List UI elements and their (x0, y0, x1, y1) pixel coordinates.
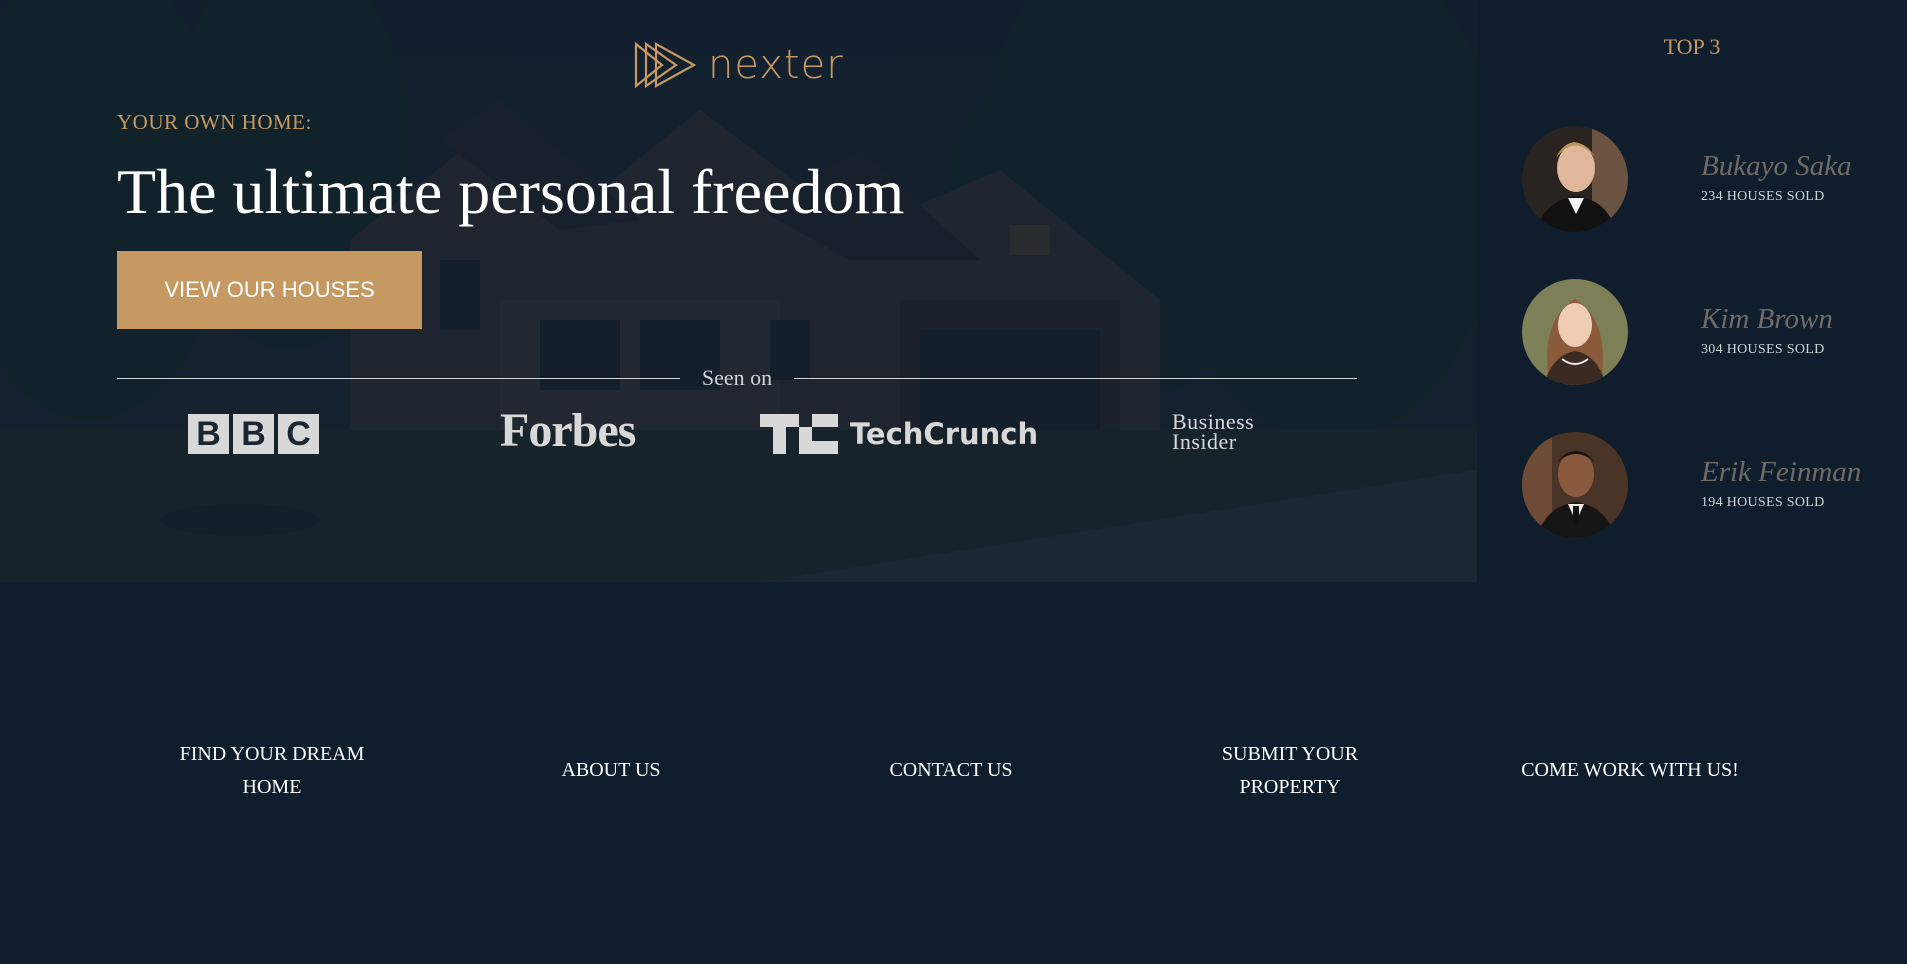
hero-title: The ultimate personal freedom (117, 156, 905, 227)
avatar (1522, 126, 1628, 232)
view-houses-button[interactable]: VIEW OUR HOUSES (117, 251, 422, 329)
nexter-logo-icon (634, 41, 696, 89)
realtor-photo (1522, 432, 1628, 538)
divider-line-left (117, 377, 680, 379)
realtor-name: Bukayo Saka (1701, 150, 1852, 182)
realtor-sold-count: 194 HOUSES SOLD (1701, 495, 1825, 510)
bbc-letter: C (278, 414, 319, 454)
techcrunch-wordmark: TechCrunch (850, 417, 1039, 451)
hero-section: nexter YOUR OWN HOME: The ultimate perso… (0, 0, 1477, 582)
hero-subtitle: YOUR OWN HOME: (117, 110, 312, 134)
forbes-logo: Forbes (500, 404, 636, 457)
business-insider-logo: Business Insider (1172, 411, 1254, 454)
bbc-logo: B B C (188, 414, 319, 454)
nav-contact-us[interactable]: CONTACT US (831, 754, 1071, 787)
realtor-sold-count: 234 HOUSES SOLD (1701, 189, 1825, 204)
bbc-letter: B (233, 414, 274, 454)
realtor-card[interactable]: Bukayo Saka 234 HOUSES SOLD (1522, 126, 1907, 232)
techcrunch-logo: TechCrunch (760, 414, 1038, 454)
brand-name: nexter (708, 42, 844, 88)
tc-mark-icon (760, 414, 838, 454)
bbc-letter: B (188, 414, 229, 454)
nav-find-dream-home[interactable]: FIND YOUR DREAM HOME (152, 738, 392, 804)
avatar (1522, 432, 1628, 538)
realtor-card[interactable]: Erik Feinman 194 HOUSES SOLD (1522, 432, 1907, 538)
realtor-sold-count: 304 HOUSES SOLD (1701, 342, 1825, 357)
avatar (1522, 279, 1628, 385)
realtor-photo (1522, 279, 1628, 385)
realtor-photo (1522, 126, 1628, 232)
realtor-card[interactable]: Kim Brown 304 HOUSES SOLD (1522, 279, 1907, 385)
nav-about-us[interactable]: ABOUT US (491, 754, 731, 787)
footer-navigation: FIND YOUR DREAM HOME ABOUT US CONTACT US… (0, 582, 1907, 964)
seen-on-label: Seen on (701, 365, 773, 390)
top-realtors-title: TOP 3 (1663, 34, 1721, 59)
business-insider-line: Insider (1172, 429, 1237, 454)
nav-come-work-with-us[interactable]: COME WORK WITH US! (1490, 754, 1770, 787)
divider-line-right (794, 377, 1358, 379)
realtor-name: Kim Brown (1701, 303, 1833, 335)
brand-logo[interactable]: nexter (634, 40, 846, 90)
realtor-name: Erik Feinman (1701, 456, 1862, 488)
top-realtors-panel: TOP 3 Bukayo Saka 234 HOUSES SOLD Kim Br… (1477, 0, 1907, 582)
nav-submit-property[interactable]: SUBMIT YOUR PROPERTY (1170, 738, 1410, 804)
seen-on-divider: Seen on (117, 363, 1358, 393)
